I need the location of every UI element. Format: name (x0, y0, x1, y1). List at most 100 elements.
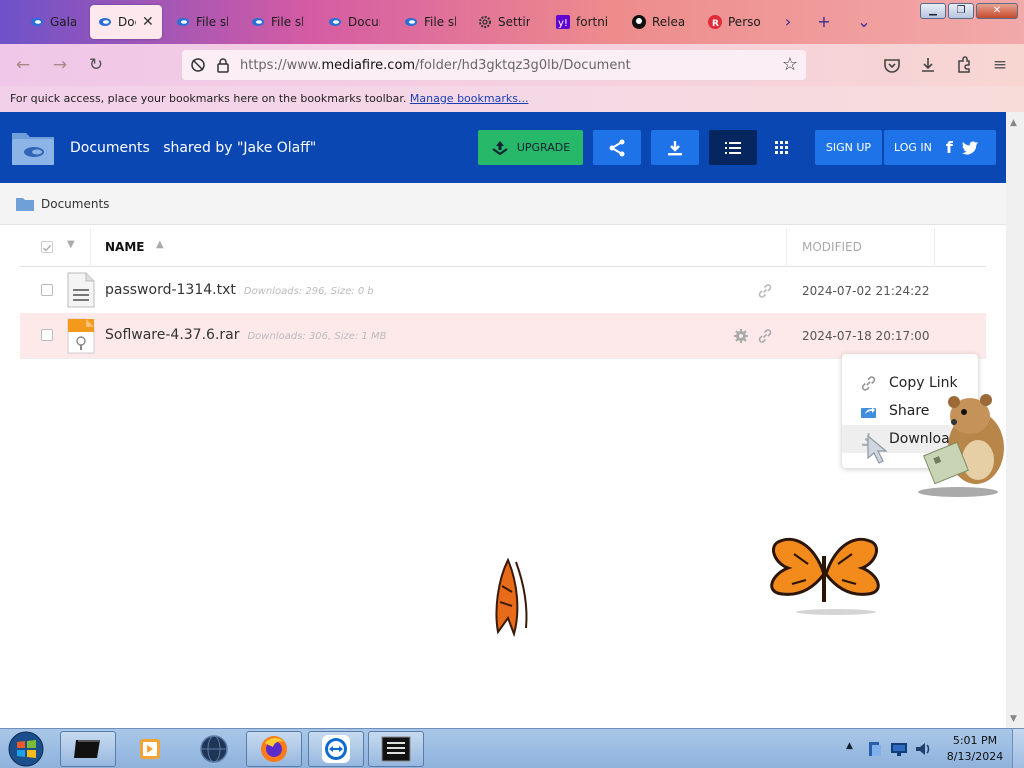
downloads-icon[interactable] (918, 55, 938, 75)
tab-title: Galaxy (50, 15, 76, 29)
volume-icon[interactable] (914, 740, 932, 758)
url-prefix: https://www. (240, 57, 322, 73)
file-meta: Downloads: 306, Size: 1 MB (247, 331, 387, 342)
file-name-label: Soflware-4.37.6.rar (105, 327, 240, 343)
scroll-down-icon[interactable]: ▼ (1010, 714, 1017, 724)
scroll-up-icon[interactable]: ▲ (1010, 118, 1017, 128)
column-divider (786, 228, 787, 267)
file-name[interactable]: password-1314.txt Downloads: 296, Size: 0… (105, 282, 374, 298)
url-host: mediafire.com (321, 57, 416, 73)
settings-gear-icon[interactable] (733, 328, 749, 344)
select-all-checkbox[interactable] (41, 241, 53, 253)
tab-settings[interactable]: Settings (470, 5, 544, 39)
table-row-highlighted[interactable]: Soflware-4.37.6.rar Downloads: 306, Size:… (20, 313, 986, 359)
modified-date: 2024-07-18 20:17:00 (802, 329, 930, 343)
url-path: /folder/hd3gktqz3g0lb/Document (415, 57, 631, 73)
svg-text:R: R (712, 19, 719, 29)
url-bar[interactable]: https://www. mediafire.com/folder/hd3gktq… (182, 50, 806, 80)
modified-column-header[interactable]: MODIFIED (802, 240, 862, 254)
share-button[interactable] (593, 130, 641, 165)
bookmark-star-icon[interactable]: ☆ (782, 54, 798, 75)
pocket-icon[interactable] (882, 55, 902, 75)
scroll-tabs-right-icon[interactable]: › (778, 12, 798, 32)
back-icon[interactable]: ← (13, 55, 33, 75)
vertical-scrollbar[interactable]: ▲ ▼ (1006, 112, 1024, 728)
windows-start-icon[interactable] (6, 730, 46, 768)
new-tab-icon[interactable]: + (814, 12, 834, 32)
windows-taskbar: ▲ 5:01 PM 8/13/2024 (0, 728, 1024, 768)
tab-github[interactable]: Releases (624, 5, 696, 39)
github-icon (632, 15, 646, 29)
file-meta: Downloads: 296, Size: 0 b (243, 286, 374, 297)
tab-title: File sharing (196, 15, 228, 29)
sign-up-button[interactable]: SIGN UP (815, 130, 882, 165)
log-in-button[interactable]: LOG IN (894, 141, 932, 154)
mediafire-header: Documents shared by "Jake Olaff" UPGRADE… (0, 112, 1006, 183)
tray-app-icon[interactable] (866, 740, 884, 758)
link-icon[interactable] (757, 283, 773, 299)
reload-icon[interactable]: ↻ (86, 55, 106, 75)
taskbar-terminal-app[interactable] (60, 731, 116, 767)
sort-ascending-icon[interactable]: ▲ (156, 239, 164, 250)
system-clock[interactable]: 5:01 PM 8/13/2024 (940, 733, 1010, 765)
tab-personal[interactable]: R Personal (700, 5, 770, 39)
lock-icon[interactable] (216, 57, 230, 73)
list-all-tabs-icon[interactable]: ⌄ (854, 12, 874, 32)
close-tab-icon[interactable]: ✕ (142, 14, 154, 30)
twitter-icon[interactable] (961, 140, 979, 156)
taskbar-media-player[interactable] (122, 731, 178, 767)
tab-documents-active[interactable]: Documents ✕ (90, 5, 162, 39)
name-column-header[interactable]: NAME (105, 240, 144, 254)
manage-bookmarks-link[interactable]: Manage bookmarks... (410, 92, 529, 105)
tab-title: fortnite (576, 15, 608, 29)
breadcrumb-documents[interactable]: Documents (41, 197, 109, 211)
upgrade-icon (492, 140, 508, 155)
file-name[interactable]: Soflware-4.37.6.rar Downloads: 306, Size:… (105, 327, 387, 343)
tab-title: Personal (728, 15, 760, 29)
select-dropdown-icon[interactable]: ▼ (67, 239, 75, 250)
list-view-button[interactable] (709, 130, 757, 165)
mouse-cursor-icon (867, 434, 888, 464)
hamster-mascot-image (918, 394, 1004, 497)
link-icon (861, 375, 876, 391)
network-icon[interactable] (890, 741, 908, 757)
tab-yahoo[interactable]: y! fortnite (548, 5, 620, 39)
forward-icon[interactable]: → (50, 55, 70, 75)
firefox-icon (261, 736, 287, 762)
tab-galaxy[interactable]: Galaxy (22, 5, 84, 39)
bookmarks-toolbar: For quick access, place your bookmarks h… (0, 86, 1024, 112)
download-folder-button[interactable] (651, 130, 699, 165)
column-divider (90, 228, 91, 267)
link-icon[interactable] (757, 328, 773, 344)
taskbar-globe-app[interactable] (186, 731, 242, 767)
row-checkbox[interactable] (41, 329, 53, 341)
taskbar-firefox[interactable] (246, 731, 302, 767)
clock-time: 5:01 PM (952, 734, 998, 747)
navigation-toolbar: ← → ↻ https://www. mediafire.com/folder/h… (0, 44, 1024, 86)
tab-file-sharing[interactable]: File sharing (396, 5, 466, 39)
mediafire-icon (177, 18, 189, 26)
maximize-icon[interactable]: ❐ (948, 3, 974, 19)
butterfly-closed-image (495, 557, 528, 638)
tab-documents[interactable]: Documents (320, 5, 390, 39)
tracking-protection-icon[interactable] (190, 57, 206, 73)
close-window-icon[interactable]: ✕ (976, 3, 1018, 19)
table-row[interactable]: password-1314.txt Downloads: 296, Size: 0… (20, 268, 986, 314)
clock-date: 8/13/2024 (946, 750, 1004, 763)
upgrade-button[interactable]: UPGRADE (478, 130, 583, 165)
extensions-icon[interactable] (954, 55, 974, 75)
menu-hamburger-icon[interactable]: ≡ (990, 55, 1010, 75)
minimize-icon[interactable]: ▁ (920, 3, 946, 19)
tab-title: Documents (348, 15, 380, 29)
grid-view-button[interactable] (762, 130, 802, 165)
taskbar-console[interactable] (368, 731, 424, 767)
media-player-icon (140, 739, 160, 759)
facebook-icon[interactable]: f (946, 138, 953, 157)
tab-file-sharing[interactable]: File sharing (243, 5, 313, 39)
show-hidden-icons-icon[interactable]: ▲ (846, 741, 853, 751)
row-checkbox[interactable] (41, 284, 53, 296)
taskbar-teamviewer[interactable] (308, 731, 364, 767)
tab-file-sharing[interactable]: File sharing (168, 5, 238, 39)
window-controls: ▁ ❐ ✕ (920, 3, 1018, 19)
show-desktop-button[interactable] (1012, 729, 1024, 768)
